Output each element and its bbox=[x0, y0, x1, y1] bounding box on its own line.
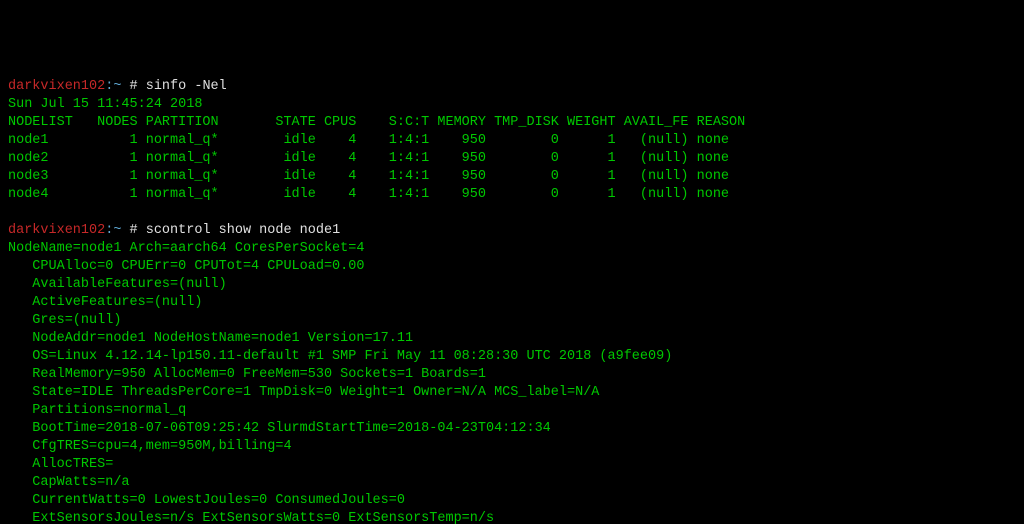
prompt-line-2: darkvixen102:~ # scontrol show node node… bbox=[8, 223, 340, 238]
scontrol-line: State=IDLE ThreadsPerCore=1 TmpDisk=0 We… bbox=[8, 385, 599, 400]
scontrol-line: AllocTRES= bbox=[8, 457, 113, 472]
prompt-line-1: darkvixen102:~ # sinfo -Nel bbox=[8, 79, 227, 94]
scontrol-line: CfgTRES=cpu=4,mem=950M,billing=4 bbox=[8, 439, 292, 454]
blank-line bbox=[8, 205, 16, 220]
prompt-path: :~ bbox=[105, 79, 129, 94]
scontrol-line: ExtSensorsJoules=n/s ExtSensorsWatts=0 E… bbox=[8, 511, 494, 524]
scontrol-line: NodeName=node1 Arch=aarch64 CoresPerSock… bbox=[8, 241, 364, 256]
sinfo-row: node1 1 normal_q* idle 4 1:4:1 950 0 1 (… bbox=[8, 133, 729, 148]
sinfo-row: node2 1 normal_q* idle 4 1:4:1 950 0 1 (… bbox=[8, 151, 729, 166]
scontrol-line: CPUAlloc=0 CPUErr=0 CPUTot=4 CPULoad=0.0… bbox=[8, 259, 364, 274]
sinfo-row: node3 1 normal_q* idle 4 1:4:1 950 0 1 (… bbox=[8, 169, 729, 184]
scontrol-line: CapWatts=n/a bbox=[8, 475, 130, 490]
prompt-path: :~ bbox=[105, 223, 129, 238]
command-scontrol: scontrol show node node1 bbox=[146, 223, 340, 238]
scontrol-line: BootTime=2018-07-06T09:25:42 SlurmdStart… bbox=[8, 421, 551, 436]
terminal-content[interactable]: darkvixen102:~ # sinfo -Nel Sun Jul 15 1… bbox=[8, 79, 745, 524]
scontrol-line: NodeAddr=node1 NodeHostName=node1 Versio… bbox=[8, 331, 413, 346]
sinfo-header: NODELIST NODES PARTITION STATE CPUS S:C:… bbox=[8, 115, 745, 130]
prompt-host: darkvixen102 bbox=[8, 223, 105, 238]
scontrol-line: CurrentWatts=0 LowestJoules=0 ConsumedJo… bbox=[8, 493, 405, 508]
prompt-hash: # bbox=[130, 79, 146, 94]
prompt-hash: # bbox=[130, 223, 146, 238]
scontrol-line: OS=Linux 4.12.14-lp150.11-default #1 SMP… bbox=[8, 349, 672, 364]
scontrol-line: RealMemory=950 AllocMem=0 FreeMem=530 So… bbox=[8, 367, 486, 382]
scontrol-line: ActiveFeatures=(null) bbox=[8, 295, 202, 310]
scontrol-line: AvailableFeatures=(null) bbox=[8, 277, 227, 292]
sinfo-row: node4 1 normal_q* idle 4 1:4:1 950 0 1 (… bbox=[8, 187, 729, 202]
scontrol-line: Gres=(null) bbox=[8, 313, 121, 328]
scontrol-line: Partitions=normal_q bbox=[8, 403, 186, 418]
prompt-host: darkvixen102 bbox=[8, 79, 105, 94]
output-date: Sun Jul 15 11:45:24 2018 bbox=[8, 97, 202, 112]
command-sinfo: sinfo -Nel bbox=[146, 79, 227, 94]
